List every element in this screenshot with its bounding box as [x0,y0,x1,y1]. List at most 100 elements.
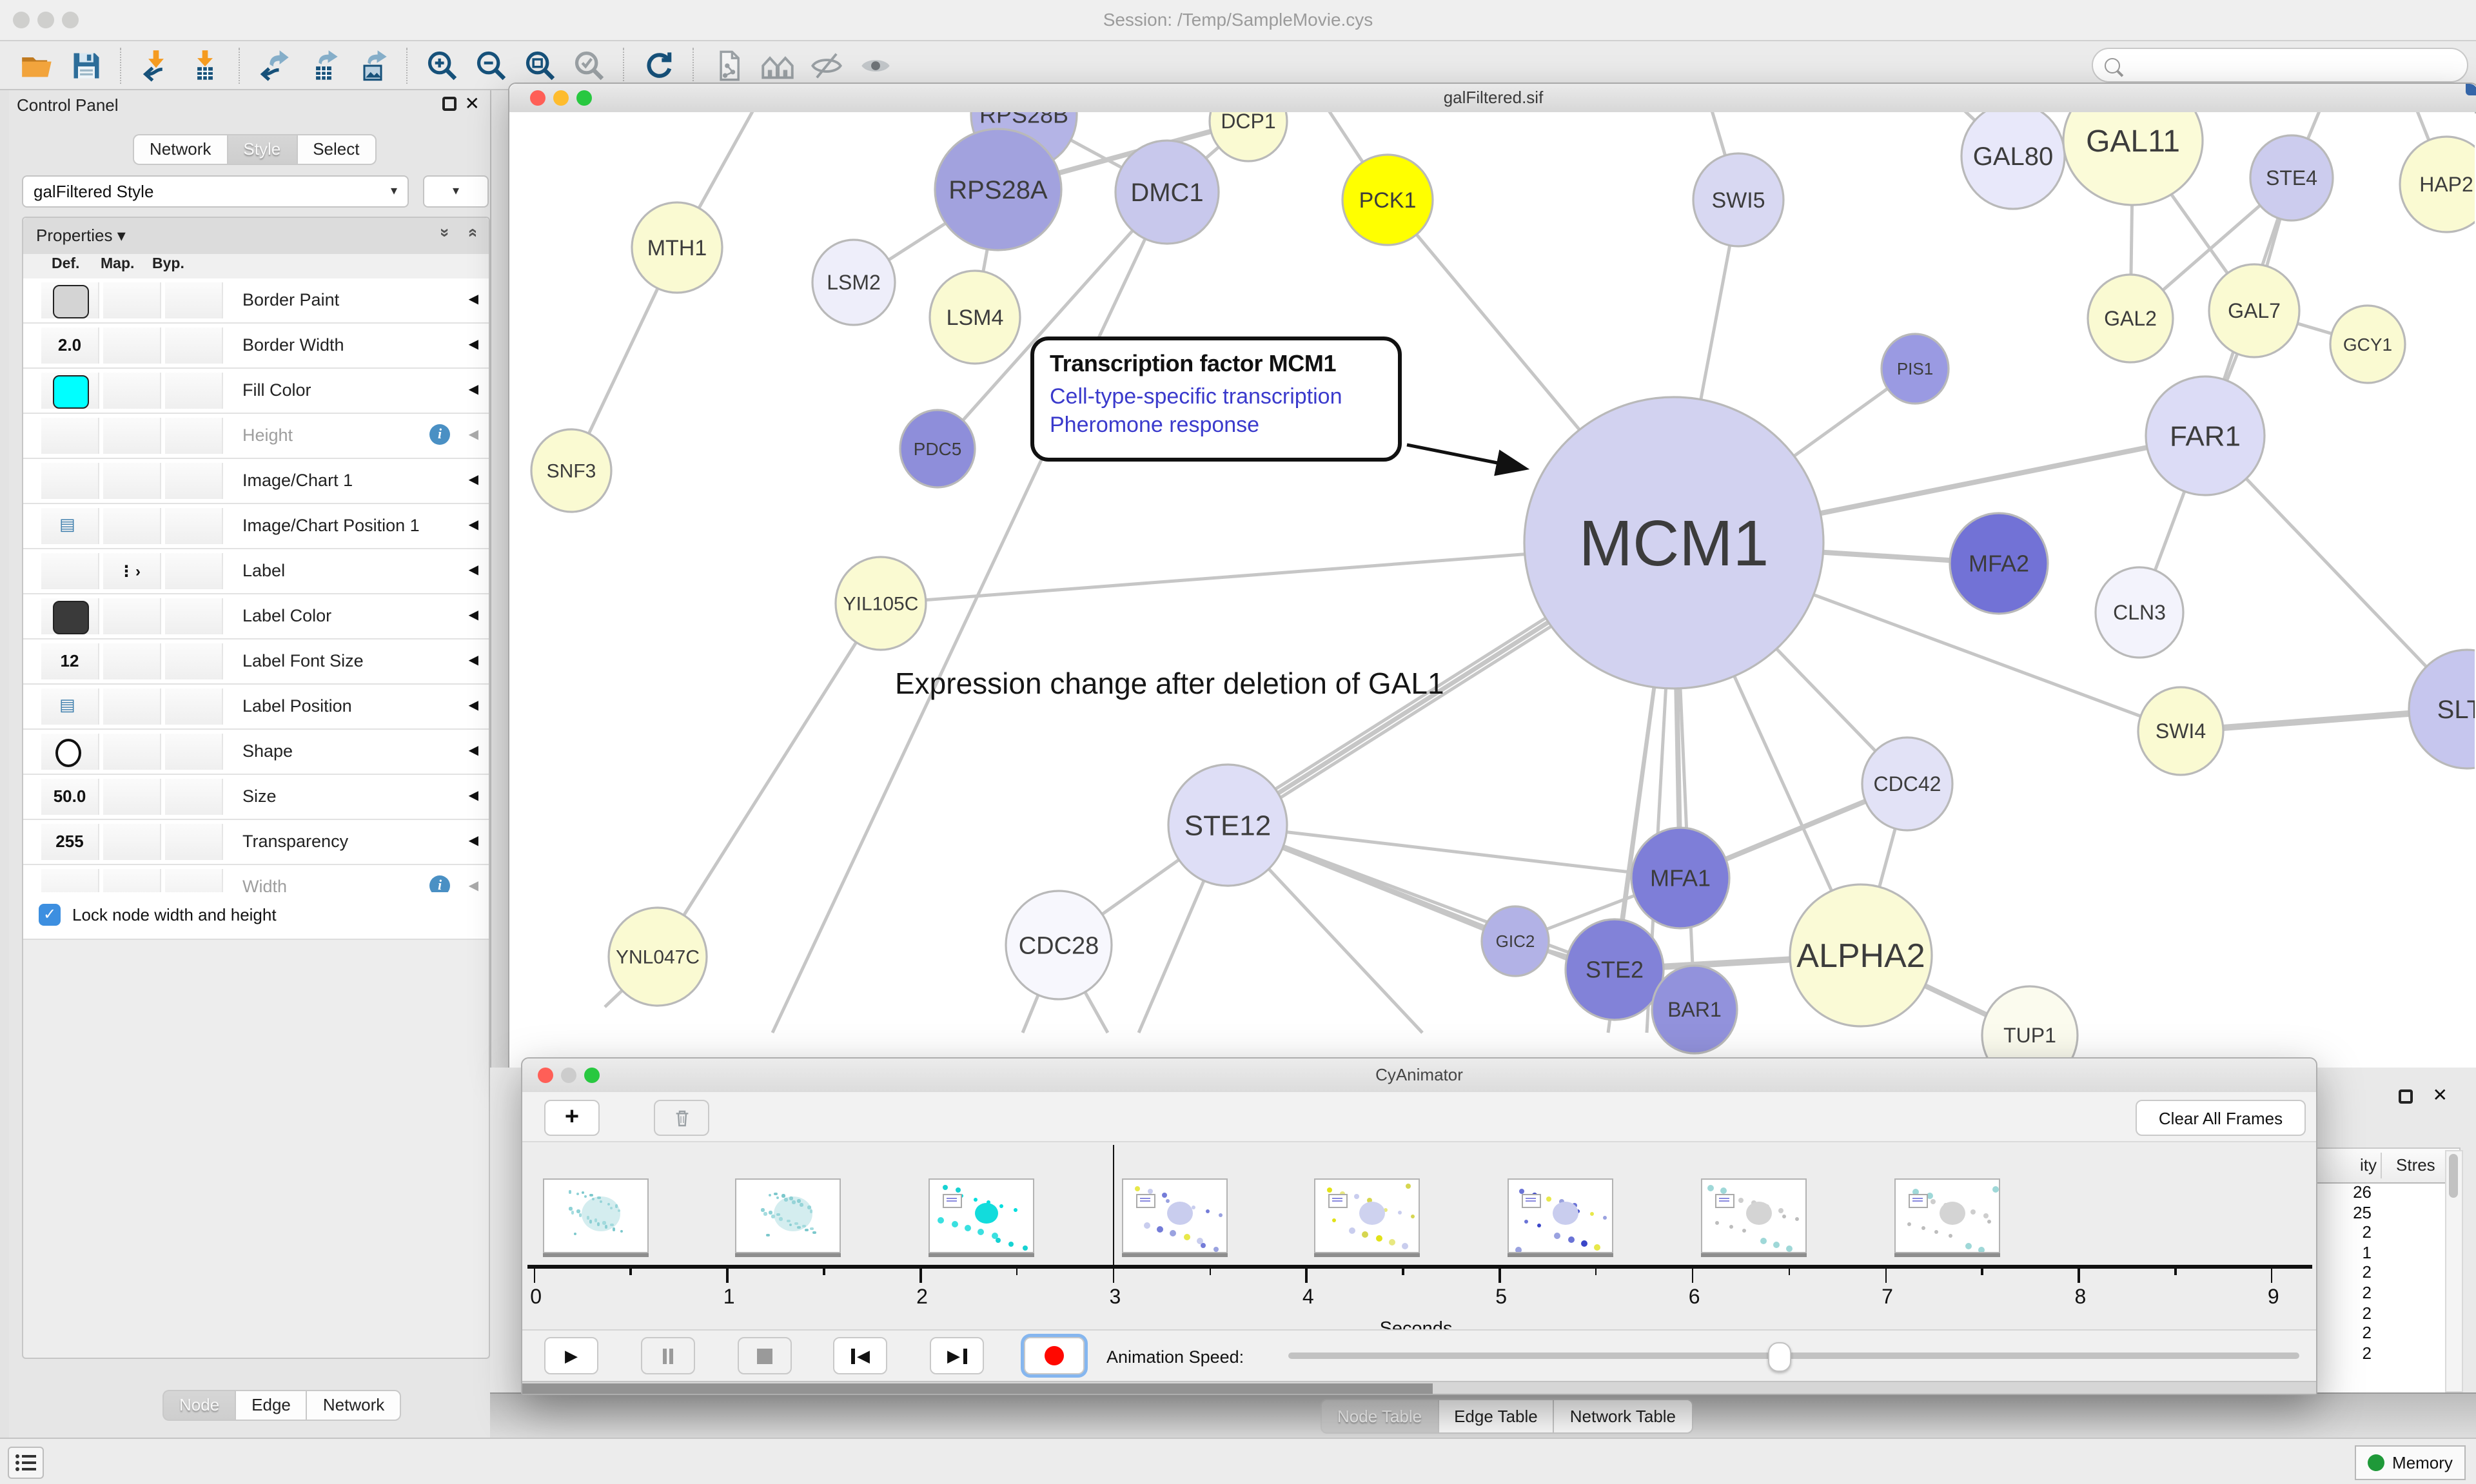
mapping-cell[interactable] [103,282,161,318]
default-cell[interactable]: 12 [41,643,99,679]
cyanimator-timeline[interactable]: 0123456789Seconds [522,1141,2316,1331]
network-node-far1[interactable]: FAR1 [2146,376,2265,495]
expand-row-icon[interactable]: ◀ [469,744,478,758]
table-row[interactable]: 2 [2316,1343,2459,1363]
expand-row-icon[interactable]: ◀ [469,293,478,307]
default-cell[interactable]: 255 [41,824,99,860]
mapping-cell[interactable]: ⋮› [103,553,161,589]
animation-speed-slider[interactable] [1288,1352,2299,1359]
slider-knob[interactable] [1768,1342,1791,1372]
bypass-cell[interactable] [165,418,223,454]
export-network-icon[interactable] [254,46,295,84]
log-console-button[interactable] [8,1447,44,1479]
expand-row-icon[interactable]: ◀ [469,654,478,668]
network-node-lsm2[interactable]: LSM2 [812,240,895,325]
network-node-gal2[interactable]: GAL2 [2088,275,2173,362]
property-row-label[interactable]: ⋮›Label◀ [23,549,489,594]
network-node-ste4[interactable]: STE4 [2250,135,2333,220]
mapping-cell[interactable] [103,373,161,409]
table-row[interactable]: 25 [2316,1202,2459,1222]
network-node-pdc5[interactable]: PDC5 [900,410,975,487]
network-node-hap2[interactable]: HAP2 [2400,137,2475,232]
export-image-icon[interactable] [352,46,393,84]
animation-frame-5[interactable] [1508,1178,1613,1253]
network-node-swi4[interactable]: SWI4 [2138,687,2223,775]
property-row-fill-color[interactable]: Fill Color◀ [23,369,489,414]
float-panel-icon[interactable] [2399,1089,2413,1104]
bypass-cell[interactable] [165,688,223,725]
zoom-fit-icon[interactable] [520,46,561,84]
network-node-ynl047c[interactable]: YNL047C [609,908,707,1006]
play-button[interactable]: ▶ [544,1337,598,1374]
property-row-transparency[interactable]: 255Transparency◀ [23,820,489,865]
network-node-gal80[interactable]: GAL80 [1961,112,2065,209]
expand-row-icon[interactable]: ◀ [469,609,478,623]
tab-network[interactable]: Network [133,134,226,165]
mapping-cell[interactable] [103,688,161,725]
expand-row-icon[interactable]: ◀ [469,563,478,578]
table-row[interactable]: 1 [2316,1243,2459,1263]
search-input[interactable] [2128,55,2467,75]
properties-header[interactable]: Properties ▾ [36,226,126,246]
network-node-cdc28[interactable]: CDC28 [1006,891,1112,999]
animation-frame-2[interactable] [928,1178,1034,1253]
info-icon[interactable]: i [429,424,450,445]
open-session-icon[interactable] [17,46,58,84]
network-node-cdc42[interactable]: CDC42 [1862,737,1952,830]
bypass-cell[interactable] [165,643,223,679]
property-row-shape[interactable]: Shape◀ [23,730,489,775]
property-row-border-paint[interactable]: Border Paint◀ [23,278,489,324]
network-node-cln3[interactable]: CLN3 [2096,567,2183,658]
column-header[interactable]: ity [2360,1155,2377,1175]
stop-button[interactable] [738,1337,792,1374]
default-cell[interactable]: ▤ [41,508,99,544]
horizontal-scrollbar[interactable] [522,1381,2316,1394]
tab-select[interactable]: Select [296,134,376,165]
network-node-swi5[interactable]: SWI5 [1693,153,1783,246]
animation-frame-6[interactable] [1701,1178,1807,1253]
network-node-dcp1[interactable]: DCP1 [1210,112,1287,161]
property-row-image-chart-1[interactable]: Image/Chart 1◀ [23,459,489,504]
style-selector[interactable]: galFiltered Style ▾ [22,175,409,208]
animation-frame-7[interactable] [1894,1178,1999,1253]
search-box[interactable] [2092,48,2468,83]
network-node-ste12[interactable]: STE12 [1168,765,1287,886]
collapse-all-icon[interactable]: » [462,228,481,237]
expand-all-icon[interactable]: » [436,228,455,237]
view-dock-icon[interactable] [2466,84,2476,95]
network-node-alpha2[interactable]: ALPHA2 [1790,884,1932,1026]
mapping-cell[interactable] [103,824,161,860]
network-caption[interactable]: Expression change after deletion of GAL1 [895,667,1444,701]
apply-layout-icon[interactable] [638,46,680,84]
table-row[interactable]: 2 [2316,1323,2459,1343]
network-node-mcm1[interactable]: MCM1 [1524,397,1823,688]
network-window-titlebar[interactable]: galFiltered.sif [509,84,2476,113]
table-tab-node-table[interactable]: Node Table [1321,1399,1437,1434]
mapping-cell[interactable] [103,734,161,770]
animation-frame-3[interactable] [1121,1178,1227,1253]
default-cell[interactable]: ▤ [41,688,99,725]
bypass-cell[interactable] [165,779,223,815]
bypass-cell[interactable] [165,598,223,634]
delete-frame-button[interactable] [654,1100,709,1136]
close-panel-icon[interactable]: ✕ [2433,1084,2448,1106]
default-cell[interactable]: 50.0 [41,779,99,815]
network-node-tup1[interactable]: TUP1 [1982,986,2078,1068]
annotation-link[interactable]: Cell-type-specific transcription [1050,383,1382,411]
import-network-icon[interactable] [135,46,177,84]
property-row-label-font-size[interactable]: 12Label Font Size◀ [23,639,489,685]
pause-button[interactable] [641,1337,695,1374]
expand-row-icon[interactable]: ◀ [469,879,478,893]
property-row-image-chart-position-1[interactable]: ▤Image/Chart Position 1◀ [23,504,489,549]
mapping-cell[interactable] [103,327,161,364]
default-cell[interactable] [41,598,99,634]
property-row-label-position[interactable]: ▤Label Position◀ [23,685,489,730]
column-header[interactable]: Stres [2396,1155,2435,1175]
skip-to-end-button[interactable]: ▶ [930,1337,984,1374]
network-node-gic2[interactable]: GIC2 [1482,906,1549,976]
network-node-dmc1[interactable]: DMC1 [1115,141,1219,244]
record-button[interactable] [1024,1337,1085,1374]
bypass-cell[interactable] [165,824,223,860]
tab-style[interactable]: Style [226,134,296,165]
network-node-ste2[interactable]: STE2 [1566,919,1664,1020]
